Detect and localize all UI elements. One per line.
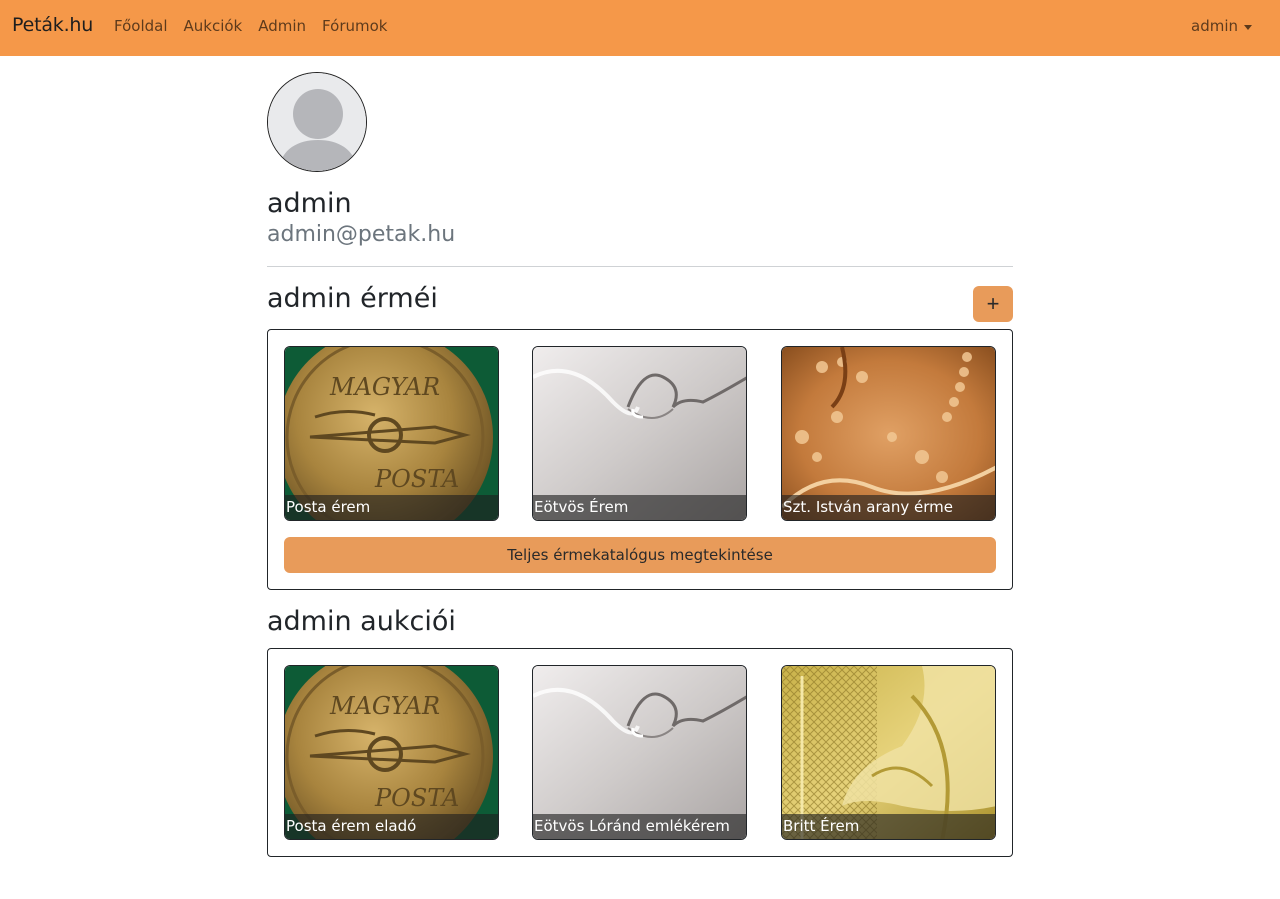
nav-link-home[interactable]: Főoldal (114, 17, 168, 35)
coin-label: Eötvös Érem (533, 495, 746, 520)
user-menu-label: admin (1191, 17, 1238, 35)
plus-icon: + (986, 291, 1000, 316)
coin-label: Szt. István arany érme (782, 495, 995, 520)
svg-text:POSTA: POSTA (374, 784, 459, 812)
auction-card-eotvos[interactable]: Eötvös Lóránd emlékérem (532, 665, 747, 840)
coin-label: Eötvös Lóránd emlékérem (533, 814, 746, 839)
profile-email: admin@petak.hu (267, 222, 456, 247)
auctions-section-title: admin aukciói (267, 606, 456, 637)
coins-section-title: admin érméi (267, 283, 438, 314)
nav-link-auctions[interactable]: Aukciók (184, 17, 243, 35)
nav-link-admin[interactable]: Admin (258, 17, 306, 35)
user-menu-toggle[interactable]: admin (1191, 17, 1252, 35)
svg-text:MAGYAR: MAGYAR (329, 692, 440, 720)
navbar: Peták.hu Főoldal Aukciók Admin Fórumok a… (0, 0, 1280, 56)
brand-link[interactable]: Peták.hu (12, 14, 93, 36)
view-catalog-button[interactable]: Teljes érmekatalógus megtekintése (284, 537, 996, 573)
auction-card-britt[interactable]: Britt Érem (781, 665, 996, 840)
coin-label: Britt Érem (782, 814, 995, 839)
coin-label: Posta érem (285, 495, 498, 520)
nav-links: Főoldal Aukciók Admin Fórumok (106, 17, 395, 35)
caret-down-icon (1244, 24, 1252, 30)
auctions-card-box: MAGYAR POSTA Posta érem eladó Eötvös Lór… (267, 648, 1013, 857)
nav-link-forums[interactable]: Fórumok (322, 17, 387, 35)
avatar (267, 72, 367, 172)
coin-card-posta[interactable]: MAGYAR POSTA Posta érem (284, 346, 499, 521)
add-coin-button[interactable]: + (973, 286, 1013, 322)
coins-card-box: MAGYAR POSTA Posta érem Eötvös Érem Szt.… (267, 329, 1013, 590)
svg-text:MAGYAR: MAGYAR (329, 373, 440, 401)
user-silhouette-icon (268, 73, 366, 171)
auction-card-posta[interactable]: MAGYAR POSTA Posta érem eladó (284, 665, 499, 840)
profile-username: admin (267, 188, 352, 219)
coin-card-eotvos[interactable]: Eötvös Érem (532, 346, 747, 521)
coin-card-istvan[interactable]: Szt. István arany érme (781, 346, 996, 521)
coin-label: Posta érem eladó (285, 814, 498, 839)
divider (267, 266, 1013, 267)
svg-text:POSTA: POSTA (374, 465, 459, 493)
